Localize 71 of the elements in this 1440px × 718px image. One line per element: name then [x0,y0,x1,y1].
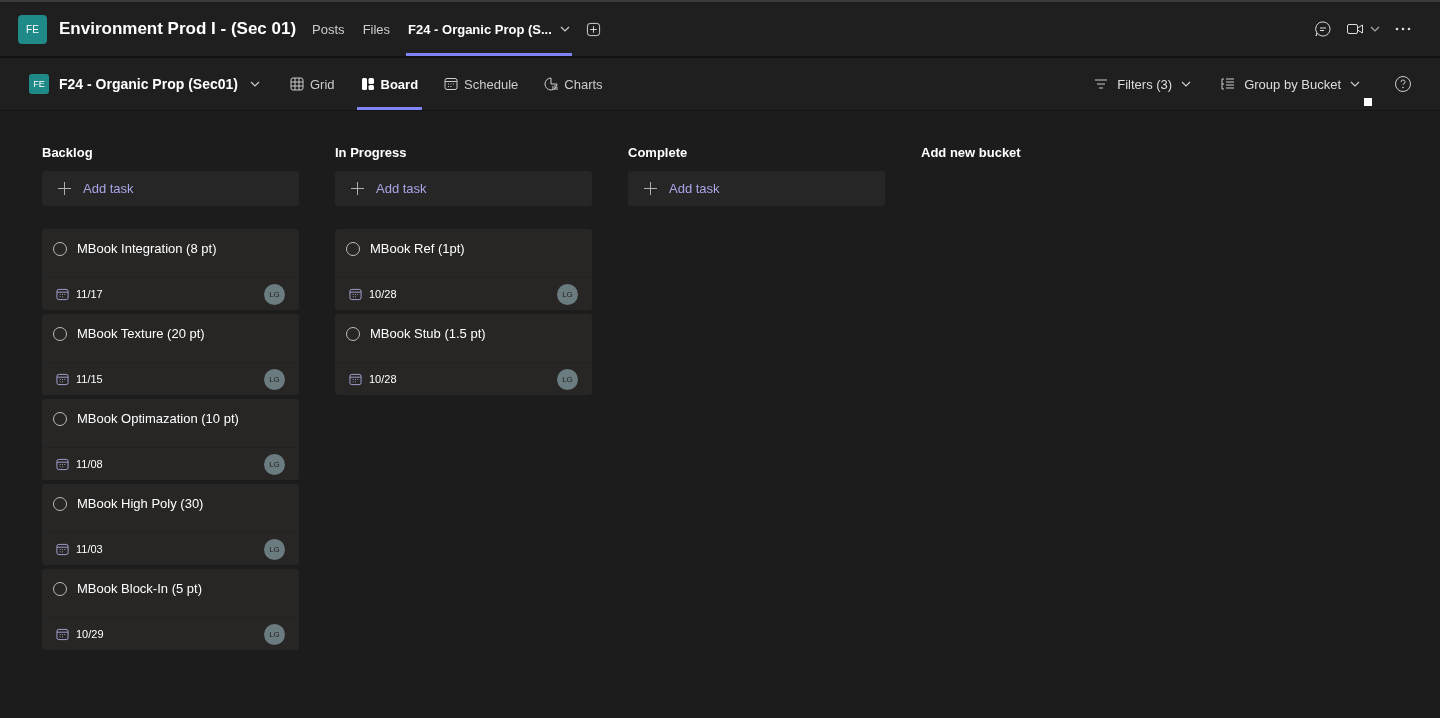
chevron-down-icon [1350,81,1360,87]
channel-tab[interactable]: Posts [310,2,347,56]
plus-icon [58,182,71,195]
task-title: MBook High Poly (30) [77,496,204,511]
add-new-bucket-link[interactable]: Add new bucket [921,145,1178,163]
task-card[interactable]: MBook Block-In (5 pt) 10/29 LG [42,569,299,650]
due-date: 10/28 [369,288,397,300]
task-card[interactable]: MBook Optimazation (10 pt) 11/08 LG [42,399,299,480]
assignee-avatar: LG [264,368,285,390]
assignee-avatar: LG [264,283,285,305]
bucket-title: Backlog [42,145,94,162]
task-title: MBook Stub (1.5 pt) [370,326,486,341]
assignee-avatar: LG [264,538,285,560]
task-card[interactable]: MBook Stub (1.5 pt) 10/28 LG [335,314,592,395]
list-icon [1221,77,1236,91]
plan-name-dropdown[interactable]: F24 - Organic Prop (Sec01) [57,76,260,92]
bucket-title: In Progress [335,145,408,162]
assignee-avatar: LG [557,368,578,390]
calendar-icon [56,542,69,556]
assignee-avatar: LG [264,453,285,475]
calendar-icon [444,77,459,91]
due-date: 11/15 [76,373,103,385]
filter-icon [1094,77,1109,91]
square-mark [1364,97,1372,106]
assignee-avatar: LG [557,283,578,305]
team-avatar: FE [18,14,47,44]
team-name: Environment Prod I - (Sec 01) [59,19,297,39]
view-tab[interactable]: Schedule [440,58,523,110]
grid-icon [289,77,304,91]
calendar-icon [56,457,69,471]
task-card[interactable]: MBook Texture (20 pt) 11/15 LG [42,314,299,395]
calendar-icon [56,627,69,641]
plus-icon [644,182,657,195]
view-tab[interactable]: Board [356,58,423,110]
channel-tab[interactable]: Files [360,2,393,56]
task-title: MBook Integration (8 pt) [77,241,217,256]
assignee-avatar: LG [264,623,285,645]
chevron-down-icon[interactable] [1370,26,1380,32]
help-icon[interactable] [1394,75,1412,93]
task-title: MBook Optimazation (10 pt) [77,411,239,426]
add-tab-icon[interactable] [585,21,601,37]
chevron-down-icon [249,81,260,87]
bucket-title: Complete [628,145,689,162]
chat-icon[interactable] [1314,20,1332,38]
task-card[interactable]: MBook Ref (1pt) 10/28 LG [335,229,592,310]
task-card[interactable]: MBook Integration (8 pt) 11/17 LG [42,229,299,310]
task-title: MBook Texture (20 pt) [77,326,205,341]
chevron-down-icon [1181,81,1192,87]
add-task-button[interactable]: Add task [335,171,592,206]
due-date: 11/08 [76,458,103,470]
task-title: MBook Ref (1pt) [370,241,465,256]
task-title: MBook Block-In (5 pt) [77,581,202,596]
group-by-button[interactable]: Group by Bucket [1215,75,1366,93]
calendar-icon [349,287,362,301]
board-icon [360,77,375,91]
add-task-button[interactable]: Add task [628,171,885,206]
filters-button[interactable]: Filters (3) [1088,75,1198,93]
chart-icon [544,77,559,91]
due-date: 11/03 [76,543,103,555]
due-date: 10/28 [369,373,397,385]
calendar-icon [56,287,69,301]
due-date: 10/29 [76,628,104,640]
view-tab[interactable]: Grid [285,58,339,110]
add-task-button[interactable]: Add task [42,171,299,206]
calendar-icon [56,372,69,386]
task-card[interactable]: MBook High Poly (30) 11/03 LG [42,484,299,565]
view-tab[interactable]: Charts [540,58,607,110]
due-date: 11/17 [76,288,103,300]
plan-avatar: FE [29,74,49,94]
plus-icon [351,182,364,195]
calendar-icon [349,372,362,386]
